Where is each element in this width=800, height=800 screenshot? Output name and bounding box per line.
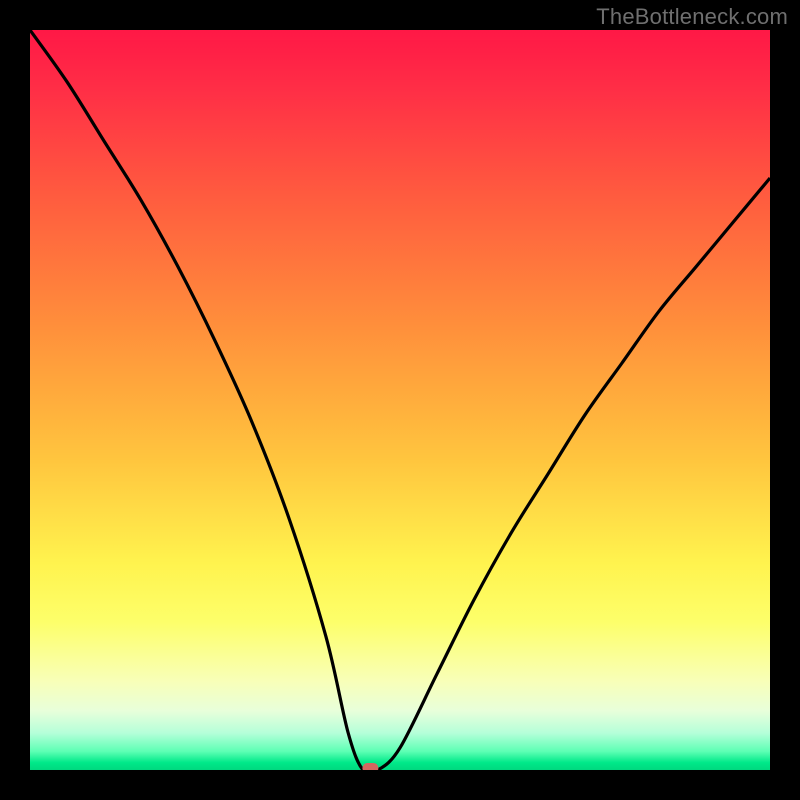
optimum-marker [362,763,378,770]
curve-path [30,30,770,770]
plot-area [30,30,770,770]
watermark-label: TheBottleneck.com [596,4,788,30]
bottleneck-curve [30,30,770,770]
chart-frame: TheBottleneck.com [0,0,800,800]
